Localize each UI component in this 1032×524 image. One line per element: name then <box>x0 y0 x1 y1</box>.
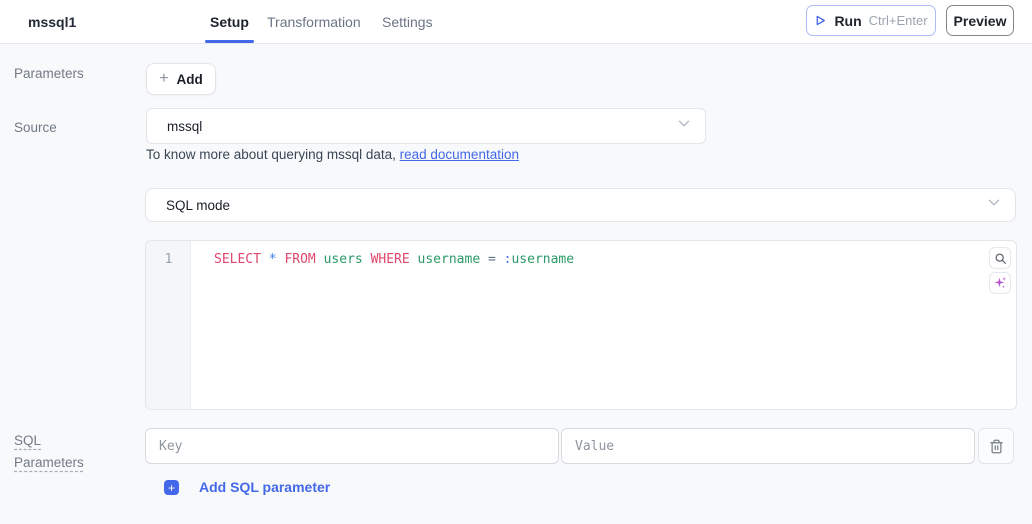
editor-ai-assist-button[interactable] <box>989 272 1011 294</box>
code-token <box>316 252 324 267</box>
read-documentation-link[interactable]: read documentation <box>400 147 519 162</box>
code-token: SELECT <box>214 252 261 267</box>
plus-icon: + <box>159 71 168 87</box>
play-icon <box>814 14 827 27</box>
code-token: WHERE <box>371 252 410 267</box>
sql-code-editor[interactable]: 1 SELECT * FROM users WHERE username = :… <box>145 240 1017 410</box>
plus-icon: + <box>168 482 175 494</box>
source-help-text: To know more about querying mssql data, … <box>146 147 519 162</box>
preview-button[interactable]: Preview <box>946 5 1014 36</box>
run-button-label: Run <box>834 13 861 29</box>
parameters-label: Parameters <box>14 66 84 81</box>
source-select-value: mssql <box>167 119 202 134</box>
sparkles-icon <box>993 276 1007 290</box>
add-parameter-button[interactable]: + Add <box>146 63 216 95</box>
chevron-down-icon <box>985 194 1003 217</box>
code-token: username <box>418 252 481 267</box>
add-sql-parameter-button[interactable]: Add SQL parameter <box>199 479 330 495</box>
code-token <box>261 252 269 267</box>
code-token <box>480 252 488 267</box>
sql-parameters-label: SQL Parameters <box>14 430 100 474</box>
query-editor-header: mssql1 Setup Transformation Settings Run… <box>0 0 1032 44</box>
add-sql-parameter-icon[interactable]: + <box>164 480 179 495</box>
sql-parameter-value-input[interactable] <box>561 428 975 464</box>
sql-code-line[interactable]: SELECT * FROM users WHERE username = :us… <box>214 252 574 267</box>
query-name[interactable]: mssql1 <box>28 0 76 44</box>
tab-settings-label: Settings <box>382 14 433 30</box>
preview-button-label: Preview <box>954 13 1007 29</box>
code-token: * <box>269 252 277 267</box>
sql-mode-select-value: SQL mode <box>166 198 230 213</box>
source-help-prefix: To know more about querying mssql data, <box>146 147 400 162</box>
tab-setup[interactable]: Setup <box>210 0 249 43</box>
editor-line-number: 1 <box>146 252 191 267</box>
code-token <box>363 252 371 267</box>
run-shortcut: Ctrl+Enter <box>869 13 928 28</box>
magnifier-icon <box>994 252 1007 265</box>
sql-parameter-key-input[interactable] <box>145 428 559 464</box>
source-label: Source <box>14 120 57 135</box>
code-token: users <box>324 252 363 267</box>
tab-transformation-label: Transformation <box>267 14 361 30</box>
delete-sql-parameter-button[interactable] <box>978 428 1014 464</box>
run-button[interactable]: Run Ctrl+Enter <box>806 5 936 36</box>
tab-settings[interactable]: Settings <box>382 0 433 43</box>
tab-transformation[interactable]: Transformation <box>267 0 361 43</box>
add-parameter-button-label: Add <box>177 72 203 87</box>
chevron-down-icon <box>675 115 693 138</box>
code-token: username <box>511 252 574 267</box>
tab-setup-label: Setup <box>210 14 249 30</box>
sql-mode-select[interactable]: SQL mode <box>145 188 1016 222</box>
code-token <box>410 252 418 267</box>
code-token <box>496 252 504 267</box>
trash-icon <box>989 439 1004 454</box>
code-token: FROM <box>284 252 315 267</box>
code-token: = <box>488 252 496 267</box>
editor-search-button[interactable] <box>989 247 1011 269</box>
source-select[interactable]: mssql <box>146 108 706 144</box>
